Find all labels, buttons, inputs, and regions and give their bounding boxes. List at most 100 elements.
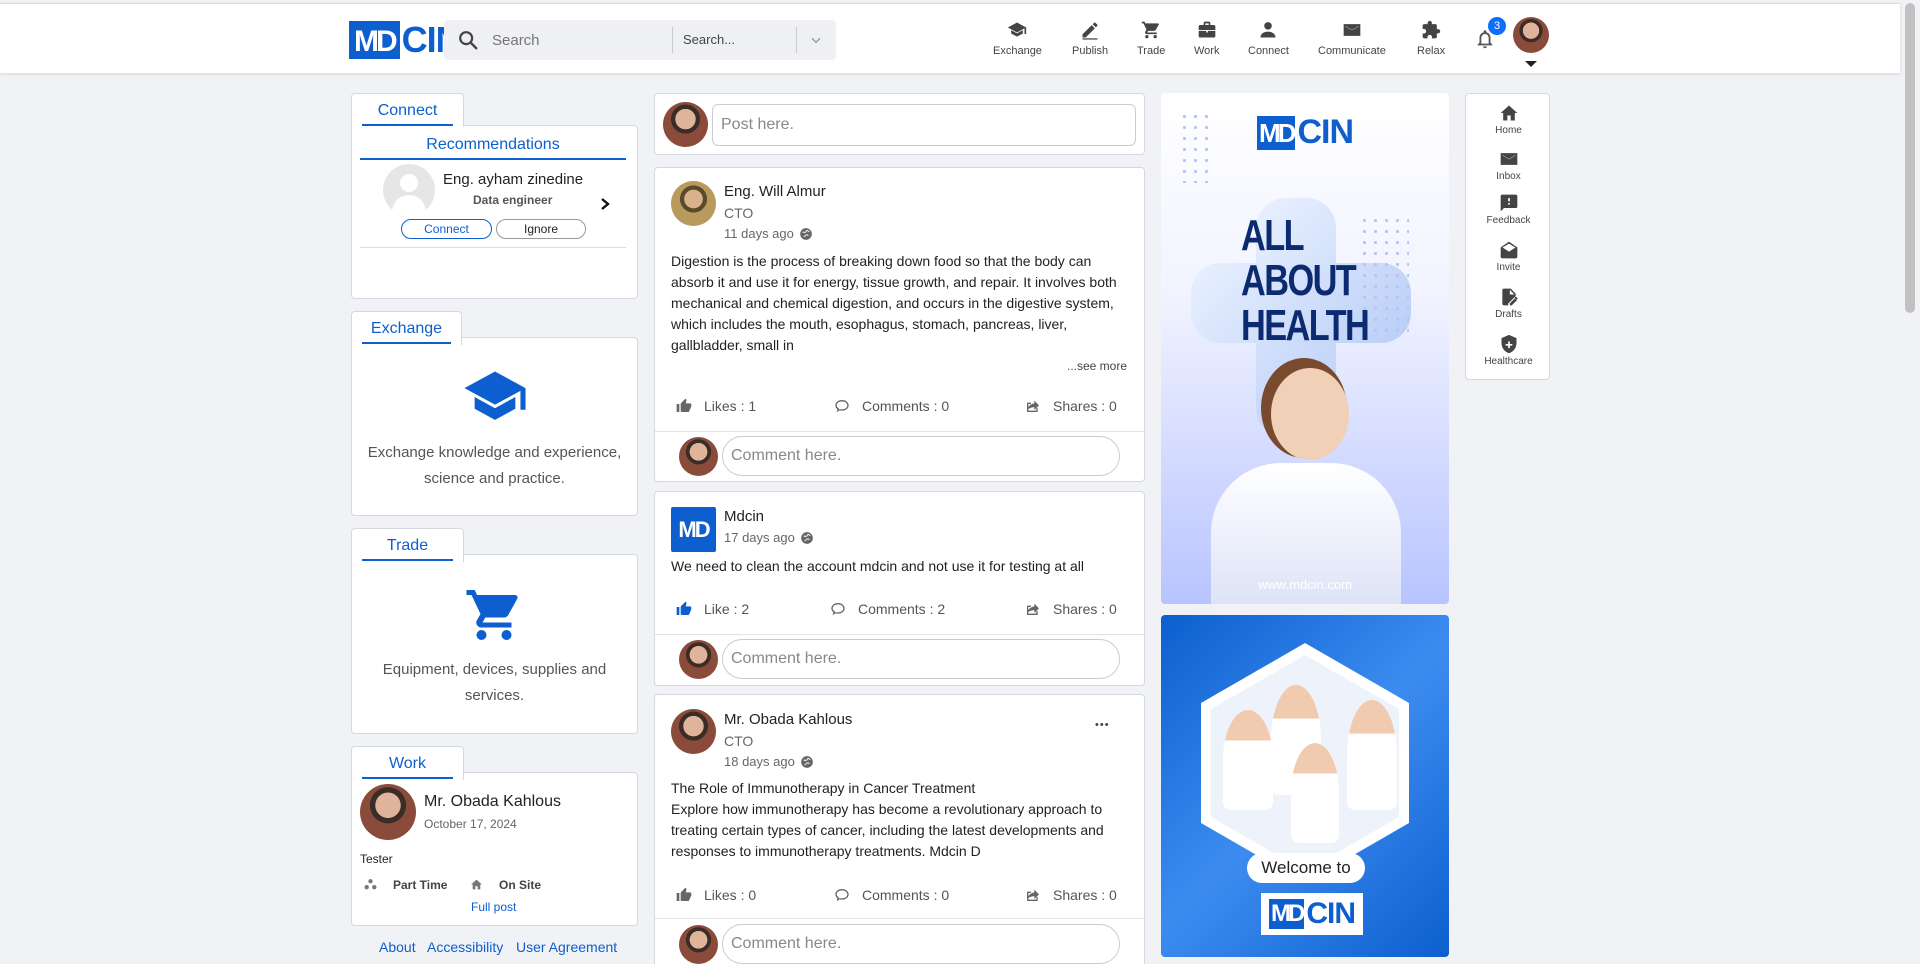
thumbs-up-icon — [676, 887, 692, 901]
recommendations-title: Recommendations — [360, 136, 626, 160]
post-author-name[interactable]: Mr. Obada Kahlous — [724, 711, 852, 728]
nav-communicate[interactable]: Communicate — [1318, 20, 1386, 57]
post-author-name[interactable]: Eng. Will Almur — [724, 183, 826, 200]
user-agreement-link[interactable]: User Agreement — [516, 939, 617, 955]
tab-connect[interactable]: Connect — [351, 93, 464, 127]
welcome-ad-banner[interactable]: Welcome to MD CIN — [1161, 615, 1449, 957]
side-menu-inbox[interactable]: Inbox — [1466, 149, 1551, 182]
top-bar: MD CIN Search... Exchange Publish Trade … — [0, 3, 1900, 73]
comment-icon — [835, 889, 849, 901]
comment-input[interactable]: Comment here. — [722, 924, 1120, 964]
commenter-avatar — [679, 437, 718, 476]
nav-work-label: Work — [1194, 45, 1220, 57]
connect-button[interactable]: Connect — [401, 219, 492, 239]
nav-connect-label: Connect — [1248, 45, 1289, 57]
globe-icon — [801, 755, 813, 768]
post-body: We need to clean the account mdcin and n… — [671, 558, 1084, 574]
about-link[interactable]: About — [379, 939, 416, 955]
scrollbar[interactable] — [1905, 3, 1915, 313]
job-date: October 17, 2024 — [424, 817, 517, 831]
ignore-button[interactable]: Ignore — [496, 219, 586, 239]
search-input[interactable] — [492, 31, 672, 49]
post-author-title: CTO — [724, 733, 754, 749]
chevron-right-icon[interactable] — [599, 197, 611, 216]
health-ad-banner[interactable]: MD CIN ALL ABOUT HEALTH www.mdcin.com — [1161, 93, 1449, 604]
tab-exchange[interactable]: Exchange — [351, 311, 462, 345]
puzzle-icon — [1422, 20, 1441, 39]
caret-down-icon[interactable] — [1525, 61, 1537, 67]
default-avatar — [383, 164, 435, 216]
welcome-text: Welcome to — [1247, 853, 1365, 883]
post-input[interactable]: Post here. — [712, 104, 1136, 146]
nav-connect[interactable]: Connect — [1248, 20, 1289, 57]
nav-work[interactable]: Work — [1194, 20, 1219, 57]
job-poster-name[interactable]: Mr. Obada Kahlous — [424, 793, 561, 811]
recommendation-role: Data engineer — [473, 193, 553, 207]
post-time: 17 days ago — [724, 530, 814, 545]
ad-url: www.mdcin.com — [1258, 577, 1352, 592]
network-icon — [364, 878, 377, 896]
open-envelope-icon — [1500, 241, 1517, 259]
post-author-title: CTO — [724, 205, 754, 221]
like-button[interactable]: Likes : 1 — [676, 398, 756, 414]
like-button[interactable]: Likes : 0 — [676, 887, 756, 903]
accessibility-link[interactable]: Accessibility — [427, 939, 503, 955]
see-more-link[interactable]: ...see more — [1067, 359, 1127, 373]
recommendation-name[interactable]: Eng. ayham zinedine — [443, 171, 583, 188]
more-options-icon[interactable]: ••• — [1095, 719, 1110, 731]
commenter-avatar — [679, 640, 718, 679]
feedback-icon — [1500, 194, 1517, 212]
comment-input[interactable]: Comment here. — [722, 639, 1120, 679]
side-menu-feedback[interactable]: Feedback — [1466, 193, 1551, 226]
comments-button[interactable]: Comments : 0 — [834, 398, 949, 414]
nav-publish-label: Publish — [1072, 45, 1109, 57]
side-menu-healthcare[interactable]: Healthcare — [1466, 334, 1551, 367]
comment-icon — [835, 400, 849, 412]
doctor-illustration — [1291, 743, 1339, 843]
tab-trade[interactable]: Trade — [351, 528, 464, 562]
job-poster-avatar[interactable] — [360, 784, 416, 840]
divider — [655, 634, 1144, 635]
nav-publish[interactable]: Publish — [1072, 20, 1108, 57]
side-menu-home[interactable]: Home — [1466, 103, 1551, 136]
doctor-illustration — [1347, 700, 1397, 810]
tab-exchange-label: Exchange — [362, 320, 451, 344]
nav-exchange[interactable]: Exchange — [993, 20, 1042, 57]
nav-trade[interactable]: Trade — [1137, 20, 1165, 57]
post-body: The Role of Immunotherapy in Cancer Trea… — [671, 780, 1104, 859]
comment-icon — [831, 603, 845, 615]
nav-relax[interactable]: Relax — [1417, 20, 1445, 57]
shield-icon — [1501, 334, 1516, 354]
search-bar: Search... — [444, 20, 836, 60]
search-icon[interactable] — [444, 29, 492, 51]
shares-button[interactable]: Shares : 0 — [1025, 887, 1117, 903]
full-post-link[interactable]: Full post — [471, 900, 516, 914]
cart-icon — [463, 585, 525, 650]
post-author-avatar[interactable] — [671, 181, 716, 226]
comment-input[interactable]: Comment here. — [722, 436, 1120, 476]
user-avatar[interactable] — [1513, 17, 1549, 53]
post-author-name[interactable]: Mdcin — [724, 508, 764, 525]
side-menu-invite[interactable]: Invite — [1466, 240, 1551, 273]
chevron-down-icon[interactable] — [797, 33, 835, 47]
tab-connect-label: Connect — [362, 102, 453, 126]
commenter-avatar — [679, 925, 718, 964]
shares-button[interactable]: Shares : 0 — [1025, 398, 1117, 414]
briefcase-icon — [1198, 21, 1216, 38]
comments-button[interactable]: Comments : 0 — [834, 887, 949, 903]
globe-icon — [800, 227, 812, 240]
job-type: Part Time — [393, 878, 448, 892]
notification-count-badge: 3 — [1488, 17, 1506, 35]
thumbs-up-icon — [676, 601, 692, 615]
ad-logo: MD CIN — [1261, 893, 1363, 935]
shares-button[interactable]: Shares : 0 — [1025, 601, 1117, 617]
like-button[interactable]: Like : 2 — [676, 601, 749, 617]
tab-work[interactable]: Work — [351, 746, 464, 780]
post-author-avatar[interactable] — [671, 709, 716, 754]
comments-button[interactable]: Comments : 2 — [830, 601, 945, 617]
side-menu-drafts[interactable]: Drafts — [1466, 287, 1551, 320]
share-icon — [1027, 889, 1039, 901]
post-author-avatar[interactable]: MD — [671, 507, 716, 552]
search-scope-select[interactable]: Search... — [673, 27, 797, 53]
tab-trade-label: Trade — [362, 537, 453, 561]
